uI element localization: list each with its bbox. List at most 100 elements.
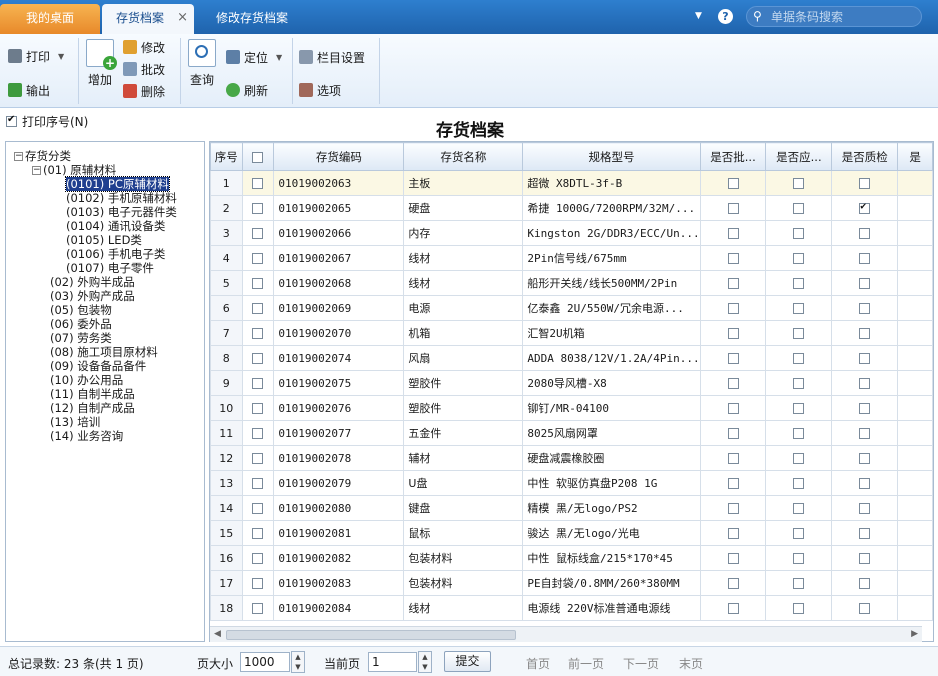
row-select[interactable] bbox=[241, 395, 275, 421]
row-select[interactable] bbox=[241, 570, 275, 596]
row-select-checkbox[interactable] bbox=[252, 303, 264, 314]
row-batch-checkbox[interactable] bbox=[727, 478, 739, 489]
row-qc[interactable] bbox=[831, 445, 899, 471]
row-more[interactable] bbox=[897, 320, 933, 346]
row-qc[interactable] bbox=[831, 295, 899, 321]
row-select-checkbox[interactable] bbox=[252, 453, 264, 464]
submit-button[interactable]: 提交 bbox=[444, 651, 491, 672]
row-select[interactable] bbox=[241, 370, 275, 396]
row-apply-checkbox[interactable] bbox=[793, 203, 805, 214]
row-select[interactable] bbox=[241, 470, 275, 496]
row-spec[interactable]: 2Pin信号线/675mm bbox=[522, 245, 701, 271]
table-row[interactable]: 15 01019002081 鼠标 骏达 黑/无logo/光电 bbox=[210, 520, 933, 546]
row-apply-checkbox[interactable] bbox=[793, 478, 805, 489]
row-code[interactable]: 01019002083 bbox=[273, 570, 405, 596]
row-more[interactable] bbox=[897, 170, 933, 196]
row-batch-checkbox[interactable] bbox=[727, 453, 739, 464]
row-apply-checkbox[interactable] bbox=[793, 278, 805, 289]
row-batch[interactable] bbox=[699, 495, 767, 521]
export-button[interactable]: 输出 bbox=[8, 81, 50, 99]
page-size-input[interactable]: 1000 bbox=[240, 652, 290, 672]
refresh-button[interactable]: 刷新 bbox=[226, 81, 268, 99]
table-row[interactable]: 1 01019002063 主板 超微 X8DTL-3f-B bbox=[210, 170, 933, 196]
row-code[interactable]: 01019002076 bbox=[273, 395, 405, 421]
header-code[interactable]: 存货编码 bbox=[273, 142, 405, 171]
row-select[interactable] bbox=[241, 170, 275, 196]
row-qc-checkbox[interactable] bbox=[859, 603, 871, 614]
row-name[interactable]: 风扇 bbox=[403, 345, 524, 371]
row-qc[interactable] bbox=[831, 270, 899, 296]
row-qc-checkbox[interactable] bbox=[859, 553, 871, 564]
options-button[interactable]: 选项 bbox=[299, 81, 341, 99]
row-apply-checkbox[interactable] bbox=[793, 578, 805, 589]
chevron-down-icon[interactable]: ▼ bbox=[695, 11, 702, 21]
row-batch[interactable] bbox=[699, 370, 767, 396]
row-select-checkbox[interactable] bbox=[252, 203, 264, 214]
row-batch[interactable] bbox=[699, 395, 767, 421]
row-batch[interactable] bbox=[699, 470, 767, 496]
table-row[interactable]: 6 01019002069 电源 亿泰鑫 2U/550W/冗余电源... bbox=[210, 295, 933, 321]
table-row[interactable]: 9 01019002075 塑胶件 2080导风槽-X8 bbox=[210, 370, 933, 396]
table-row[interactable]: 4 01019002067 线材 2Pin信号线/675mm bbox=[210, 245, 933, 271]
row-spec[interactable]: 船形开关线/线长500MM/2Pin bbox=[522, 270, 701, 296]
row-batch-checkbox[interactable] bbox=[727, 403, 739, 414]
prev-page-link[interactable]: 前一页 bbox=[568, 655, 604, 672]
search-input[interactable] bbox=[771, 9, 916, 25]
page-size-stepper[interactable]: ▲ ▼ bbox=[291, 651, 305, 673]
row-batch[interactable] bbox=[699, 520, 767, 546]
tab-my-desktop[interactable]: 我的桌面 bbox=[0, 4, 100, 34]
row-spec[interactable]: 超微 X8DTL-3f-B bbox=[522, 170, 701, 196]
row-qc[interactable] bbox=[831, 545, 899, 571]
row-batch-checkbox[interactable] bbox=[727, 503, 739, 514]
row-more[interactable] bbox=[897, 345, 933, 371]
row-select-checkbox[interactable] bbox=[252, 328, 264, 339]
row-qc-checkbox[interactable] bbox=[859, 253, 871, 264]
row-spec[interactable]: 骏达 黑/无logo/光电 bbox=[522, 520, 701, 546]
chevron-down-icon[interactable]: ▼ bbox=[276, 53, 282, 62]
row-spec[interactable]: 电源线 220V标准普通电源线 bbox=[522, 595, 701, 621]
batch-modify-button[interactable]: 批改 bbox=[123, 60, 165, 78]
row-qc-checkbox[interactable] bbox=[859, 503, 871, 514]
row-apply[interactable] bbox=[765, 195, 833, 221]
row-qc[interactable] bbox=[831, 170, 899, 196]
print-button[interactable]: 打印 ▼ bbox=[8, 47, 64, 65]
row-qc-checkbox[interactable] bbox=[859, 178, 871, 189]
row-qc-checkbox[interactable] bbox=[859, 578, 871, 589]
row-batch-checkbox[interactable] bbox=[727, 378, 739, 389]
row-apply-checkbox[interactable] bbox=[793, 328, 805, 339]
row-code[interactable]: 01019002066 bbox=[273, 220, 405, 246]
row-qc-checkbox[interactable] bbox=[859, 528, 871, 539]
row-apply-checkbox[interactable] bbox=[793, 428, 805, 439]
row-seq[interactable]: 5 bbox=[210, 270, 243, 296]
row-spec[interactable]: Kingston 2G/DDR3/ECC/Un... bbox=[522, 220, 701, 246]
row-select-checkbox[interactable] bbox=[252, 528, 264, 539]
table-row[interactable]: 14 01019002080 键盘 精模 黑/无logo/PS2 bbox=[210, 495, 933, 521]
row-name[interactable]: 内存 bbox=[403, 220, 524, 246]
row-select-checkbox[interactable] bbox=[252, 178, 264, 189]
row-more[interactable] bbox=[897, 570, 933, 596]
row-apply-checkbox[interactable] bbox=[793, 178, 805, 189]
row-apply-checkbox[interactable] bbox=[793, 253, 805, 264]
row-select[interactable] bbox=[241, 595, 275, 621]
row-batch-checkbox[interactable] bbox=[727, 328, 739, 339]
row-qc[interactable] bbox=[831, 420, 899, 446]
row-name[interactable]: 鼠标 bbox=[403, 520, 524, 546]
row-spec[interactable]: 8025风扇网罩 bbox=[522, 420, 701, 446]
row-select[interactable] bbox=[241, 245, 275, 271]
current-page-stepper[interactable]: ▲ ▼ bbox=[418, 651, 432, 673]
row-qc[interactable] bbox=[831, 595, 899, 621]
row-qc-checkbox[interactable] bbox=[859, 478, 871, 489]
row-code[interactable]: 01019002074 bbox=[273, 345, 405, 371]
row-qc[interactable] bbox=[831, 570, 899, 596]
row-spec[interactable]: 希捷 1000G/7200RPM/32M/... bbox=[522, 195, 701, 221]
row-seq[interactable]: 1 bbox=[210, 170, 243, 196]
row-name[interactable]: 电源 bbox=[403, 295, 524, 321]
row-select[interactable] bbox=[241, 420, 275, 446]
row-spec[interactable]: 中性 鼠标线盒/215*170*45 bbox=[522, 545, 701, 571]
row-spec[interactable]: 硬盘减震橡胶圈 bbox=[522, 445, 701, 471]
column-settings-button[interactable]: 栏目设置 bbox=[299, 48, 365, 66]
row-qc[interactable] bbox=[831, 395, 899, 421]
row-apply-checkbox[interactable] bbox=[793, 403, 805, 414]
row-more[interactable] bbox=[897, 395, 933, 421]
row-qc-checkbox[interactable] bbox=[859, 328, 871, 339]
